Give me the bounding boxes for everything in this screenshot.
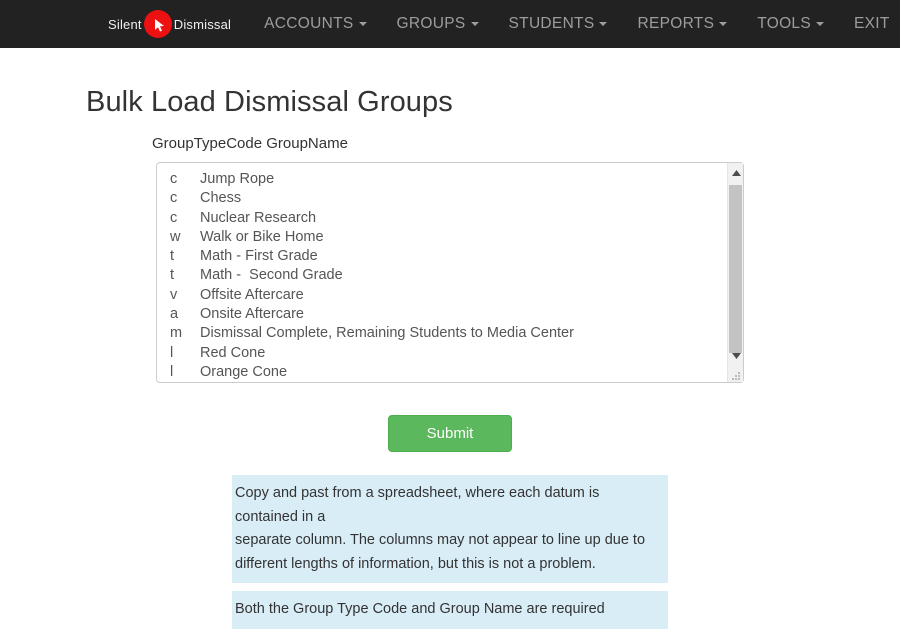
cursor-icon bbox=[144, 10, 172, 38]
scroll-up-icon[interactable] bbox=[728, 165, 744, 181]
textarea-row: t Math - Second Grade bbox=[170, 266, 743, 285]
bulk-load-textarea[interactable]: c Jump Rope c Chess c Nuclear Research w… bbox=[156, 162, 744, 383]
brand-left-text: Silent bbox=[108, 17, 142, 32]
info-panel: Copy and past from a spreadsheet, where … bbox=[232, 475, 668, 633]
column-header-label: GroupTypeCode GroupName bbox=[0, 119, 900, 152]
textarea-row: l Red Cone bbox=[170, 344, 743, 363]
info-line: different lengths of information, but th… bbox=[235, 553, 660, 577]
chevron-down-icon bbox=[816, 22, 824, 26]
info-line: Copy and past from a spreadsheet, where … bbox=[235, 482, 660, 529]
textarea-row-name: Nuclear Research bbox=[200, 209, 316, 228]
info-line: Both the Group Type Code and Group Name … bbox=[235, 598, 660, 622]
textarea-scrollbar[interactable] bbox=[727, 163, 743, 382]
textarea-row: w Walk or Bike Home bbox=[170, 228, 743, 247]
page-title: Bulk Load Dismissal Groups bbox=[0, 48, 900, 119]
textarea-row-name: Red Cone bbox=[200, 344, 265, 363]
textarea-row-name: Jump Rope bbox=[200, 170, 274, 189]
chevron-down-icon bbox=[471, 22, 479, 26]
chevron-down-icon bbox=[359, 22, 367, 26]
textarea-row-code: c bbox=[170, 209, 200, 228]
textarea-row: c Chess bbox=[170, 189, 743, 208]
chevron-down-icon bbox=[599, 22, 607, 26]
textarea-row-code: t bbox=[170, 266, 200, 285]
textarea-row-name: Dismissal Complete, Remaining Students t… bbox=[200, 324, 574, 343]
textarea-row-name: Walk or Bike Home bbox=[200, 228, 324, 247]
nav-item-accounts[interactable]: ACCOUNTS bbox=[249, 0, 381, 48]
scrollbar-thumb[interactable] bbox=[729, 185, 742, 353]
textarea-row-name: Orange Cone bbox=[200, 363, 287, 382]
nav-menu: ACCOUNTS GROUPS STUDENTS REPORTS TOOLS E… bbox=[249, 0, 900, 48]
textarea-row-code: m bbox=[170, 324, 200, 343]
submit-button[interactable]: Submit bbox=[388, 415, 513, 452]
textarea-row-code: a bbox=[170, 305, 200, 324]
textarea-row: c Jump Rope bbox=[170, 170, 743, 189]
textarea-row-name: Math - First Grade bbox=[200, 247, 318, 266]
nav-item-exit[interactable]: EXIT bbox=[839, 0, 900, 48]
info-line: separate column. The columns may not app… bbox=[235, 529, 660, 553]
nav-item-accounts-label: ACCOUNTS bbox=[264, 0, 353, 48]
nav-item-exit-label: EXIT bbox=[854, 0, 890, 48]
nav-item-tools-label: TOOLS bbox=[757, 0, 811, 48]
textarea-row: a Onsite Aftercare bbox=[170, 305, 743, 324]
nav-item-groups-label: GROUPS bbox=[397, 0, 466, 48]
bulk-load-textarea-wrapper[interactable]: c Jump Rope c Chess c Nuclear Research w… bbox=[156, 162, 744, 383]
textarea-row-code: c bbox=[170, 170, 200, 189]
page-content: Bulk Load Dismissal Groups GroupTypeCode… bbox=[0, 48, 900, 633]
textarea-row: m Dismissal Complete, Remaining Students… bbox=[170, 324, 743, 343]
nav-item-tools[interactable]: TOOLS bbox=[742, 0, 839, 48]
top-navbar: Silent Dismissal ACCOUNTS GROUPS STUDENT… bbox=[0, 0, 900, 48]
textarea-row: v Offsite Aftercare bbox=[170, 286, 743, 305]
brand-right-text: Dismissal bbox=[174, 17, 231, 32]
textarea-row-code: t bbox=[170, 247, 200, 266]
info-box-copy-paste: Copy and past from a spreadsheet, where … bbox=[232, 475, 668, 583]
cursor-icon-glyph bbox=[155, 19, 165, 32]
brand-logo[interactable]: Silent Dismissal bbox=[108, 0, 231, 48]
textarea-row-code: l bbox=[170, 344, 200, 363]
textarea-content: c Jump Rope c Chess c Nuclear Research w… bbox=[157, 163, 743, 382]
nav-item-students[interactable]: STUDENTS bbox=[494, 0, 623, 48]
chevron-down-icon bbox=[719, 22, 727, 26]
textarea-row: l Orange Cone bbox=[170, 363, 743, 382]
textarea-row-name: Onsite Aftercare bbox=[200, 305, 304, 324]
textarea-row-name: Math - Second Grade bbox=[200, 266, 343, 285]
textarea-row: t Math - First Grade bbox=[170, 247, 743, 266]
submit-row: Submit bbox=[0, 383, 900, 452]
info-box-required-fields: Both the Group Type Code and Group Name … bbox=[232, 591, 668, 629]
nav-item-reports-label: REPORTS bbox=[637, 0, 714, 48]
textarea-row-code: c bbox=[170, 189, 200, 208]
nav-item-reports[interactable]: REPORTS bbox=[622, 0, 742, 48]
textarea-row-code: w bbox=[170, 228, 200, 247]
textarea-row-code: v bbox=[170, 286, 200, 305]
textarea-row-name: Offsite Aftercare bbox=[200, 286, 304, 305]
textarea-row-code: l bbox=[170, 363, 200, 382]
nav-item-groups[interactable]: GROUPS bbox=[382, 0, 494, 48]
textarea-row: c Nuclear Research bbox=[170, 209, 743, 228]
textarea-row-name: Chess bbox=[200, 189, 241, 208]
nav-item-students-label: STUDENTS bbox=[509, 0, 595, 48]
scroll-down-icon[interactable] bbox=[728, 348, 744, 364]
